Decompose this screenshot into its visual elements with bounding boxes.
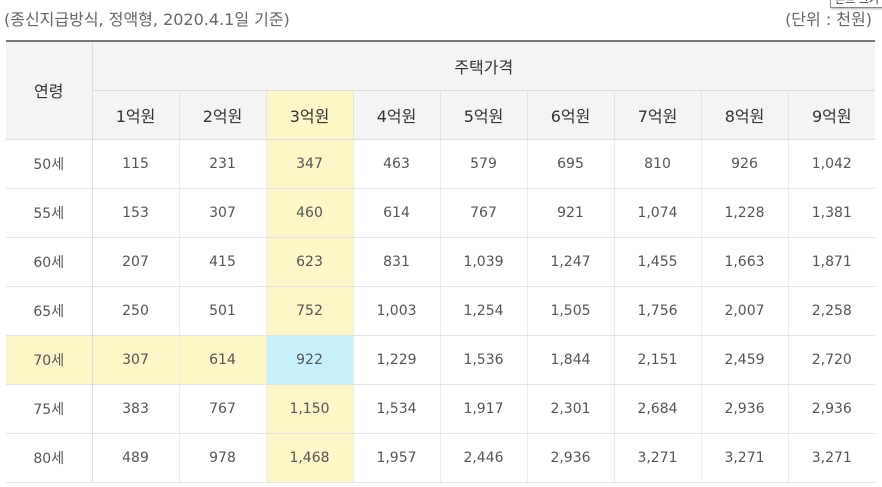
age-cell: 50세 [6,139,93,189]
amount-cell: 231 [179,139,267,189]
amount-cell: 926 [701,139,789,189]
amount-cell: 767 [440,188,528,238]
amount-cell: 1,254 [440,286,528,336]
amount-cell: 3,271 [701,433,789,483]
amount-cell: 1,381 [788,188,876,238]
amount-cell: 347 [266,139,354,189]
table-row: 55세 153 307 460 614 767 921 1,074 1,228 1,381 [6,188,876,238]
amount-cell: 614 [179,335,267,385]
table-row: 80세 489 978 1,468 1,957 2,446 2,936 3,271 3,271 3… [6,433,876,483]
column-header: 4억원 [353,90,441,140]
age-cell: 70세 [6,335,93,385]
amount-cell: 1,756 [614,286,702,336]
amount-cell: 489 [92,433,180,483]
amount-cell: 1,074 [614,188,702,238]
amount-cell: 2,459 [701,335,789,385]
age-cell: 80세 [6,433,93,483]
amount-cell: 1,917 [440,384,528,434]
amount-cell: 579 [440,139,528,189]
column-header: 6억원 [527,90,615,140]
amount-cell: 2,301 [527,384,615,434]
amount-cell: 2,936 [788,384,876,434]
amount-cell: 1,871 [788,237,876,287]
amount-cell: 1,042 [788,139,876,189]
column-header: 2억원 [179,90,267,140]
amount-cell: 415 [179,237,267,287]
age-cell: 65세 [6,286,93,336]
amount-cell: 921 [527,188,615,238]
amount-cell: 1,536 [440,335,528,385]
table-row: 75세 383 767 1,150 1,534 1,917 2,301 2,684 2,936 2… [6,384,876,434]
age-cell: 75세 [6,384,93,434]
amount-cell: 1,957 [353,433,441,483]
column-header: 3억원 [266,90,354,140]
amount-cell: 115 [92,139,180,189]
column-header: 5억원 [440,90,528,140]
amount-cell: 1,003 [353,286,441,336]
table-caption: (종신지급방식, 정액형, 2020.4.1일 기준) [4,10,290,29]
amount-cell: 1,229 [353,335,441,385]
amount-cell: 1,150 [266,384,354,434]
amount-cell: 463 [353,139,441,189]
amount-cell: 695 [527,139,615,189]
amount-cell: 307 [92,335,180,385]
amount-cell: 460 [266,188,354,238]
age-header: 연령 [6,40,93,140]
amount-cell: 978 [179,433,267,483]
amount-cell: 1,455 [614,237,702,287]
table-row: 60세 207 415 623 831 1,039 1,247 1,455 1,663 1,871 [6,237,876,287]
amount-cell: 1,505 [527,286,615,336]
amount-cell: 307 [179,188,267,238]
amount-cell: 2,446 [440,433,528,483]
amount-cell: 1,247 [527,237,615,287]
amount-cell: 207 [92,237,180,287]
amount-cell: 1,468 [266,433,354,483]
amount-cell: 3,271 [614,433,702,483]
house-price-header: 주택가격 [92,40,876,91]
amount-cell: 501 [179,286,267,336]
amount-cell: 623 [266,237,354,287]
amount-cell: 810 [614,139,702,189]
tooltip: 폰트 크기 [830,0,882,8]
amount-cell: 1,039 [440,237,528,287]
column-header: 8억원 [701,90,789,140]
amount-cell: 614 [353,188,441,238]
table-row: 70세 307 614 922 1,229 1,536 1,844 2,151 2,459 2,7… [6,335,876,385]
amount-cell: 1,228 [701,188,789,238]
age-cell: 60세 [6,237,93,287]
column-header: 9억원 [788,90,876,140]
amount-cell: 922 [266,335,354,385]
amount-cell: 2,007 [701,286,789,336]
amount-cell: 3,271 [788,433,876,483]
amount-cell: 250 [92,286,180,336]
amount-cell: 2,936 [701,384,789,434]
unit-label: (단위 : 천원) [785,10,872,29]
pension-table: 연령 주택가격 1억원 2억원 3억원 4억원 5억원 6억원 7억원 8억원 9억원 50세 1… [6,40,876,483]
table-row: 65세 250 501 752 1,003 1,254 1,505 1,756 2,007 2,2… [6,286,876,336]
age-cell: 55세 [6,188,93,238]
column-header: 7억원 [614,90,702,140]
amount-cell: 383 [92,384,180,434]
amount-cell: 752 [266,286,354,336]
amount-cell: 2,258 [788,286,876,336]
amount-cell: 1,663 [701,237,789,287]
amount-cell: 767 [179,384,267,434]
amount-cell: 2,684 [614,384,702,434]
amount-cell: 2,151 [614,335,702,385]
amount-cell: 1,844 [527,335,615,385]
table-row: 50세 115 231 347 463 579 695 810 926 1,042 [6,139,876,189]
amount-cell: 153 [92,188,180,238]
amount-cell: 1,534 [353,384,441,434]
column-header: 1억원 [92,90,180,140]
amount-cell: 831 [353,237,441,287]
amount-cell: 2,936 [527,433,615,483]
amount-cell: 2,720 [788,335,876,385]
